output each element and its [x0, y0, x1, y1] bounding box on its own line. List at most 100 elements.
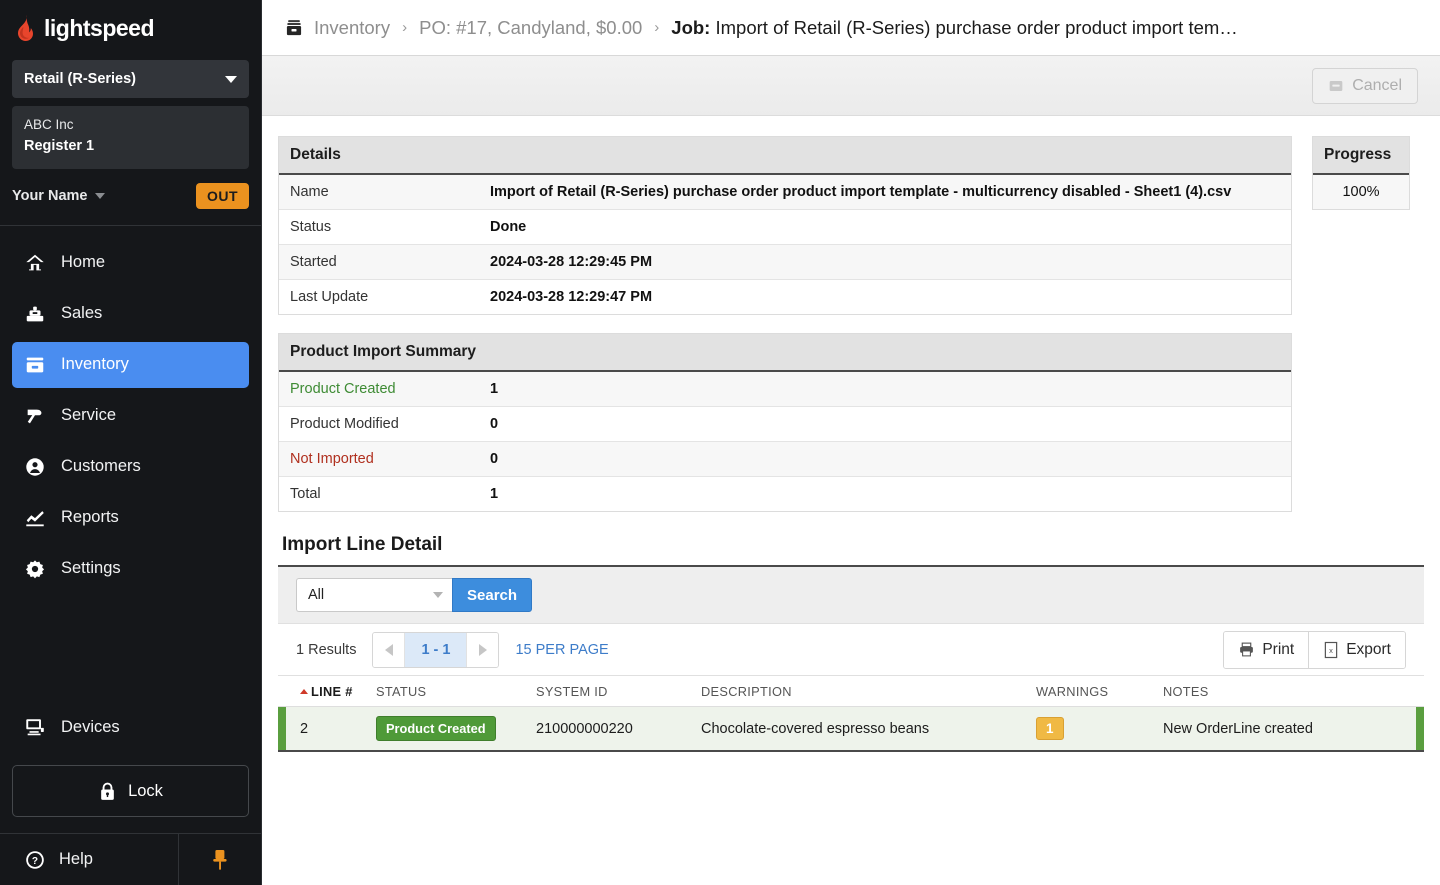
devices-section: Devices — [0, 704, 261, 755]
sidebar-item-label: Reports — [61, 508, 119, 527]
table-row[interactable]: 2 Product Created 210000000220 Chocolate… — [278, 706, 1424, 751]
details-value: 2024-03-28 12:29:47 PM — [490, 289, 653, 305]
chart-line-icon — [26, 510, 44, 526]
summary-panel-title: Product Import Summary — [279, 333, 1291, 372]
grid-pagination-bar: 1 Results 1 - 1 15 PER PAGE Print x Expo… — [278, 624, 1424, 676]
sidebar-item-label: Service — [61, 406, 117, 425]
register-name: Register 1 — [24, 137, 95, 154]
column-header-system-id[interactable]: SYSTEM ID — [536, 676, 701, 707]
column-header-status[interactable]: STATUS — [376, 676, 536, 707]
cell-system-id: 210000000220 — [536, 720, 633, 737]
sidebar-item-devices[interactable]: Devices — [12, 704, 249, 750]
question-circle-icon: ? — [26, 850, 44, 869]
summary-value: 1 — [490, 486, 499, 502]
column-header-description[interactable]: DESCRIPTION — [701, 676, 1036, 707]
column-header-line[interactable]: LINE # — [286, 676, 376, 707]
import-line-detail-title: Import Line Detail — [282, 534, 443, 555]
column-header-warnings[interactable]: WARNINGS — [1036, 676, 1163, 707]
lightspeed-flame-icon — [18, 15, 33, 41]
pager: 1 - 1 — [372, 631, 500, 668]
inventory-box-icon — [26, 357, 44, 373]
details-value: Done — [490, 219, 527, 235]
content-left-column: Details Name Import of Retail (R-Series)… — [278, 136, 1424, 885]
table-row: Not Imported 0 — [279, 441, 1291, 477]
details-value: Import of Retail (R-Series) purchase ord… — [490, 184, 1232, 200]
summary-key: Not Imported — [290, 451, 374, 467]
breadcrumb-separator: › — [654, 19, 660, 36]
content-right-column: Progress 100% — [1312, 136, 1410, 885]
sidebar-nav: Home Sales Inventory Service Customers R… — [0, 226, 261, 704]
per-page-selector[interactable]: 15 PER PAGE — [515, 642, 608, 658]
table-row: Last Update 2024-03-28 12:29:47 PM — [279, 279, 1291, 314]
sidebar-item-inventory[interactable]: Inventory — [12, 341, 249, 388]
row-status-edge — [278, 706, 286, 750]
progress-value: 100% — [1313, 175, 1409, 209]
pin-sidebar-button[interactable] — [179, 834, 261, 885]
details-panel: Details Name Import of Retail (R-Series)… — [278, 136, 1292, 315]
prev-page-button[interactable] — [373, 632, 406, 667]
caret-up-icon — [300, 689, 308, 694]
summary-value: 1 — [490, 381, 499, 397]
details-key: Status — [290, 219, 332, 235]
sidebar-item-sales[interactable]: Sales — [12, 291, 249, 337]
progress-panel: Progress 100% — [1312, 136, 1410, 210]
breadcrumb-current-label: Import of Retail (R-Series) purchase ord… — [715, 16, 1238, 38]
user-menu[interactable]: Your Name — [12, 187, 106, 204]
app-root: lightspeed Retail (R-Series) ABC Inc Reg… — [0, 0, 1440, 885]
summary-table: Product Created 1 Product Modified 0 Not… — [279, 372, 1291, 511]
warning-badge: 1 — [1036, 717, 1064, 740]
brand-logo[interactable]: lightspeed — [0, 0, 261, 56]
sidebar-item-customers[interactable]: Customers — [12, 444, 249, 490]
sidebar-footer: ? Help — [0, 833, 261, 885]
grid-bottom-border — [278, 750, 1424, 752]
user-name-label: Your Name — [12, 187, 88, 204]
sidebar-item-label: Sales — [61, 304, 103, 323]
results-count: 1 Results — [296, 641, 357, 658]
logout-button[interactable]: OUT — [195, 182, 249, 209]
breadcrumb-item-po[interactable]: PO: #17, Candyland, $0.00 — [419, 17, 642, 39]
lock-button[interactable]: Lock — [12, 765, 249, 817]
details-key: Started — [290, 254, 337, 270]
table-row: Product Created 1 — [279, 372, 1291, 407]
sidebar-item-settings[interactable]: Settings — [12, 546, 249, 592]
breadcrumb-current-prefix: Job: — [671, 16, 711, 38]
monitor-icon — [26, 719, 44, 736]
summary-value: 0 — [490, 451, 499, 467]
breadcrumb-separator: › — [402, 19, 408, 36]
person-icon — [26, 457, 44, 476]
pagination-left: 1 Results 1 - 1 15 PER PAGE — [296, 631, 609, 668]
register-info: ABC Inc Register 1 — [12, 106, 249, 169]
status-badge: Product Created — [376, 716, 496, 741]
cancel-button[interactable]: Cancel — [1312, 67, 1418, 104]
store-selector[interactable]: Retail (R-Series) — [12, 60, 249, 98]
sidebar-item-label: Inventory — [61, 355, 129, 374]
table-body: 2 Product Created 210000000220 Chocolate… — [278, 706, 1424, 751]
filter-select-value: All — [308, 587, 325, 603]
summary-key: Product Created — [290, 381, 396, 397]
filter-select[interactable]: All — [296, 578, 452, 612]
svg-text:?: ? — [32, 856, 38, 867]
grid-search-bar: All Search — [278, 567, 1424, 624]
lock-icon — [101, 782, 114, 800]
print-button-label: Print — [1262, 640, 1295, 658]
sidebar-item-home[interactable]: Home — [12, 240, 249, 286]
page-range[interactable]: 1 - 1 — [405, 632, 467, 667]
lock-button-label: Lock — [128, 781, 163, 800]
sidebar-item-reports[interactable]: Reports — [12, 495, 249, 541]
cell-warnings: 1 — [1036, 707, 1163, 751]
line-detail-table: LINE # STATUS SYSTEM ID DESCRIPTION WARN… — [278, 676, 1424, 750]
search-button[interactable]: Search — [452, 578, 533, 612]
sidebar-item-label: Settings — [61, 559, 121, 578]
chevron-down-icon — [225, 75, 237, 83]
help-button[interactable]: ? Help — [0, 834, 179, 885]
sidebar-item-service[interactable]: Service — [12, 393, 249, 439]
table-row: Status Done — [279, 209, 1291, 245]
cancel-box-icon — [1329, 80, 1343, 91]
hammer-icon — [27, 409, 42, 424]
table-header: LINE # STATUS SYSTEM ID DESCRIPTION WARN… — [278, 676, 1424, 707]
print-button[interactable]: Print — [1224, 631, 1309, 668]
breadcrumb-item-inventory[interactable]: Inventory — [314, 17, 390, 39]
inventory-box-icon — [286, 19, 302, 35]
next-page-button[interactable] — [466, 632, 499, 667]
table-row: Name Import of Retail (R-Series) purchas… — [279, 175, 1291, 210]
